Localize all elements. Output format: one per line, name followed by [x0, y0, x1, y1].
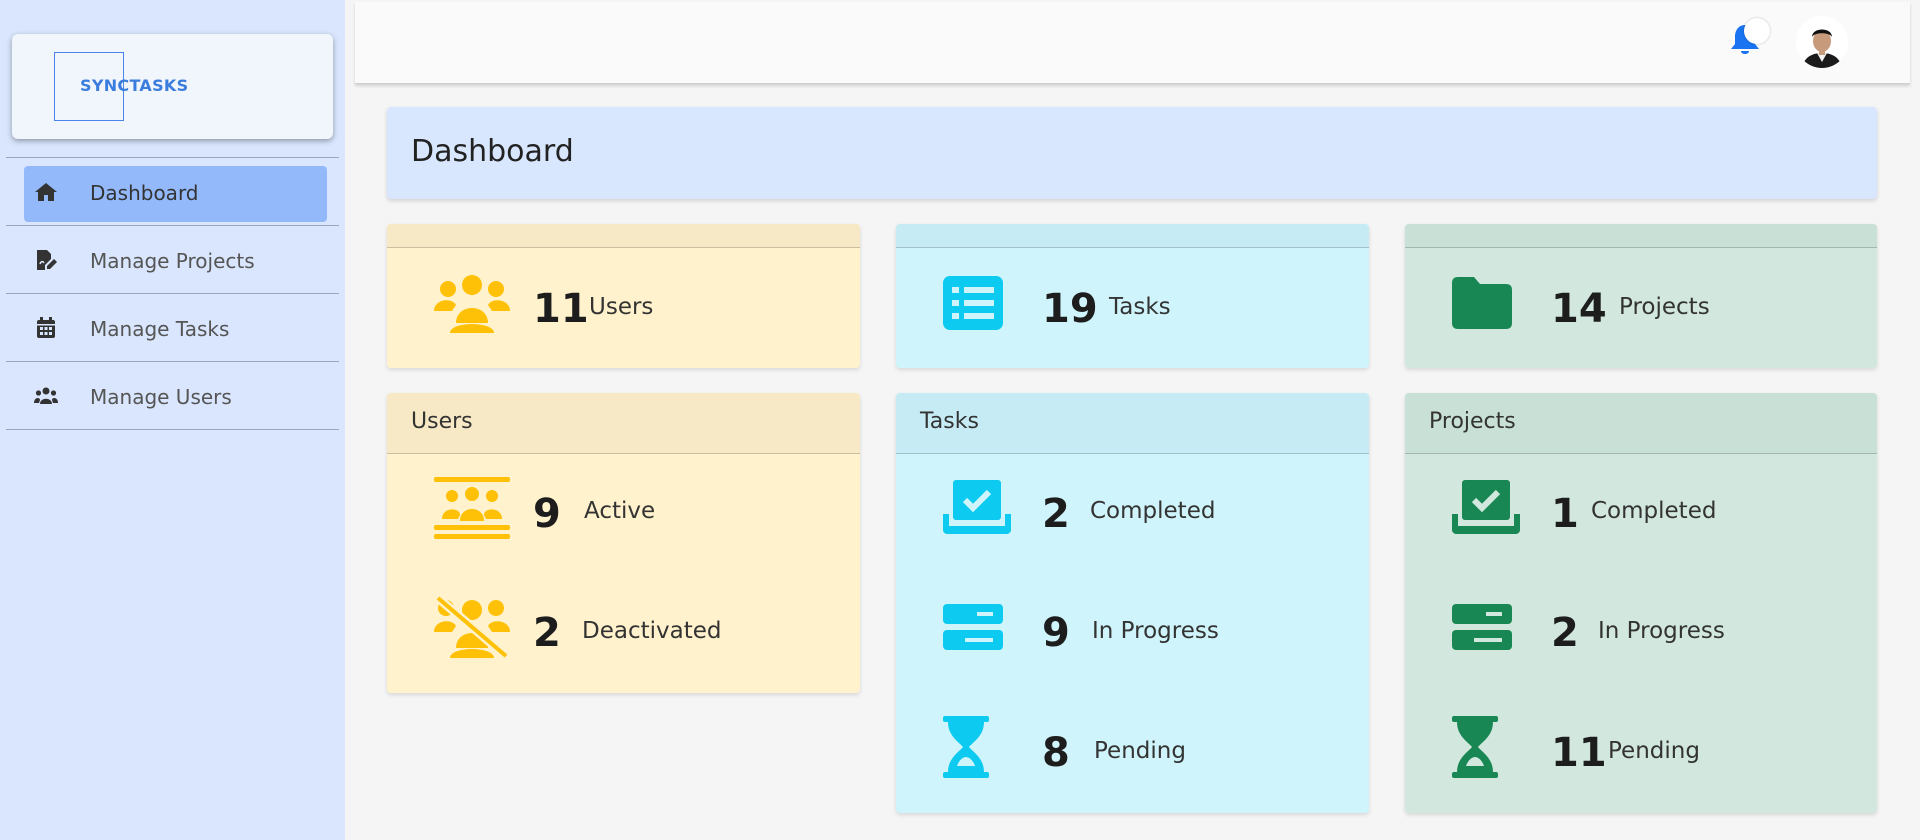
card-header	[1405, 224, 1877, 248]
card-header	[387, 224, 860, 248]
sidebar-item-label: Dashboard	[90, 181, 199, 205]
sidebar-item-dashboard[interactable]: Dashboard	[6, 158, 339, 226]
sidebar-item-manage-users[interactable]: Manage Users	[6, 362, 339, 430]
tasks-in-progress-count: 9	[1042, 610, 1070, 656]
logo[interactable]: SYNCTASKS	[12, 34, 333, 139]
folder-icon	[1452, 277, 1512, 329]
inbox-check-icon	[943, 480, 1011, 534]
projects-in-progress-count: 2	[1551, 610, 1579, 656]
users-detail-card: Users 9 Active 2 Deactivated	[387, 393, 860, 693]
page-title-card: Dashboard	[387, 107, 1877, 199]
card-title: Tasks	[920, 409, 979, 434]
projects-completed-count: 1	[1551, 491, 1579, 537]
projects-completed-label: Completed	[1591, 498, 1717, 524]
edit-document-icon	[37, 250, 57, 270]
projects-detail-card: Projects 1 Completed 2 In Progress 11 Pe…	[1405, 393, 1877, 813]
sidebar-item-manage-tasks[interactable]: Manage Tasks	[6, 294, 339, 362]
sidebar: SYNCTASKS Dashboard Manage Projects Mana…	[0, 0, 345, 840]
home-icon	[35, 183, 57, 201]
calendar-icon	[37, 317, 55, 338]
users-slash-icon	[434, 596, 510, 658]
page-title: Dashboard	[411, 134, 574, 169]
inbox-check-icon	[1452, 480, 1520, 534]
tasks-count: 19	[1042, 286, 1098, 332]
hourglass-icon	[943, 716, 989, 778]
projects-pending-count: 11	[1551, 730, 1607, 776]
users-count: 11	[533, 286, 589, 332]
projects-label: Projects	[1619, 294, 1710, 320]
list-icon	[943, 276, 1003, 330]
sidebar-item-manage-projects[interactable]: Manage Projects	[6, 226, 339, 294]
users-list-icon	[434, 477, 510, 539]
summary-card-tasks: 19 Tasks	[896, 224, 1369, 368]
tasks-completed-count: 2	[1042, 491, 1070, 537]
progress-bars-icon	[1452, 604, 1512, 650]
deactivated-users-label: Deactivated	[582, 618, 722, 644]
notification-badge[interactable]	[1744, 18, 1770, 44]
sidebar-item-label: Manage Users	[90, 385, 232, 409]
tasks-pending-label: Pending	[1094, 738, 1186, 764]
card-title: Projects	[1429, 409, 1516, 434]
active-users-count: 9	[533, 491, 561, 537]
projects-in-progress-label: In Progress	[1598, 618, 1725, 644]
top-bar	[355, 2, 1910, 84]
tasks-in-progress-label: In Progress	[1092, 618, 1219, 644]
sidebar-item-label: Manage Projects	[90, 249, 255, 273]
deactivated-users-count: 2	[533, 610, 561, 656]
card-header: Tasks	[896, 393, 1369, 454]
projects-count: 14	[1551, 286, 1607, 332]
card-title: Users	[411, 409, 473, 434]
users-icon	[34, 387, 58, 404]
card-header	[896, 224, 1369, 248]
projects-pending-label: Pending	[1608, 738, 1700, 764]
tasks-detail-card: Tasks 2 Completed 9 In Progress 8 Pendin…	[896, 393, 1369, 813]
users-group-icon	[434, 275, 510, 333]
tasks-completed-label: Completed	[1090, 498, 1216, 524]
card-header: Users	[387, 393, 860, 454]
logo-text: SYNCTASKS	[80, 76, 189, 95]
progress-bars-icon	[943, 604, 1003, 650]
tasks-label: Tasks	[1109, 294, 1171, 320]
summary-card-projects: 14 Projects	[1405, 224, 1877, 368]
tasks-pending-count: 8	[1042, 730, 1070, 776]
sidebar-nav: Dashboard Manage Projects Manage Tasks M…	[6, 157, 339, 430]
hourglass-icon	[1452, 716, 1498, 778]
users-label: Users	[589, 294, 654, 320]
user-avatar[interactable]	[1796, 16, 1848, 68]
active-users-label: Active	[584, 498, 656, 524]
sidebar-item-label: Manage Tasks	[90, 317, 230, 341]
avatar-image	[1796, 16, 1848, 68]
card-header: Projects	[1405, 393, 1877, 454]
summary-card-users: 11 Users	[387, 224, 860, 368]
